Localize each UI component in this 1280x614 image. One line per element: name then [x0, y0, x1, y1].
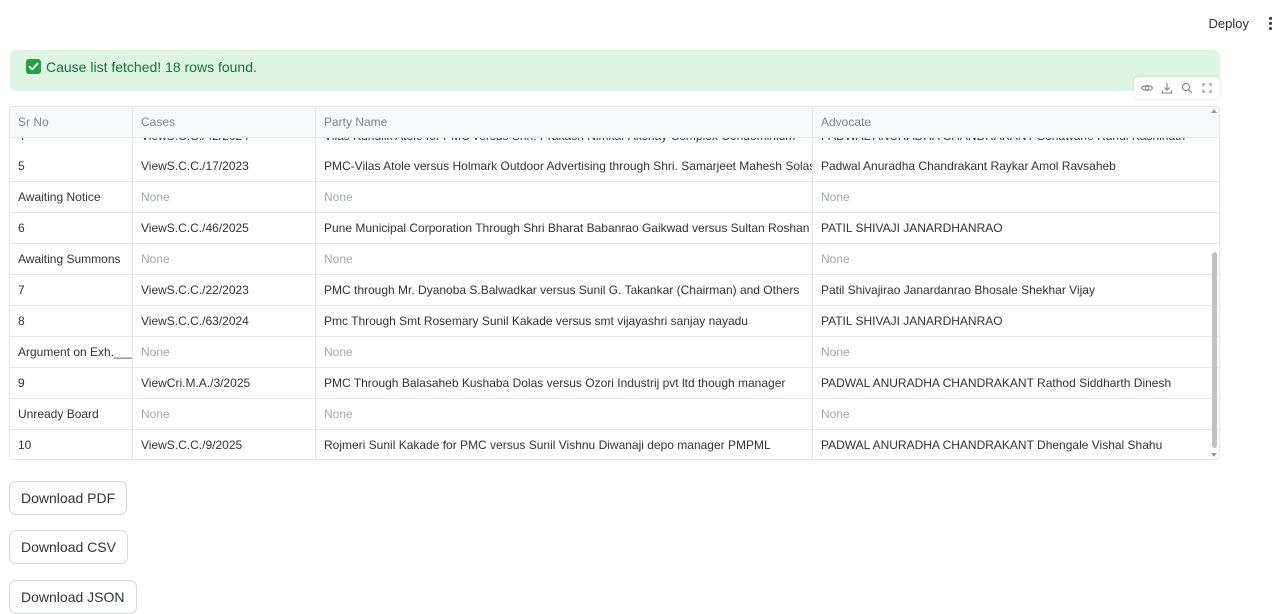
- cell-advocate: None: [821, 190, 850, 204]
- scroll-thumb[interactable]: [1212, 252, 1217, 448]
- download-pdf-button[interactable]: Download PDF: [9, 481, 128, 515]
- more-vertical-icon[interactable]: [1265, 15, 1275, 33]
- column-header-sr-no[interactable]: Sr No: [10, 107, 133, 138]
- cell-party-name: None: [316, 399, 813, 429]
- cell-party-name: None: [316, 182, 813, 212]
- table-row[interactable]: 6 ViewS.C.C./46/2025 Pune Municipal Corpor…: [10, 213, 1219, 244]
- table-row[interactable]: Awaiting Notice None None None: [10, 182, 1219, 213]
- cell-advocate: PATIL SHIVAJI JANARDHANRAO: [821, 314, 1003, 328]
- cell-advocate: None: [821, 407, 850, 421]
- vertical-scrollbar[interactable]: [1209, 107, 1219, 459]
- cell-advocate: PADWAL ANURADHA CHANDRAKANT Dhengale Vis…: [821, 438, 1163, 452]
- cell-party-name: Rojmeri Sunil Kakade for PMC versus Suni…: [316, 430, 813, 459]
- cell-case: ViewCri.M.A./3/2025: [133, 368, 316, 398]
- column-header-party-name[interactable]: Party Name: [316, 107, 813, 138]
- column-header-advocate[interactable]: Advocate: [813, 107, 1219, 138]
- cell-advocate: PADWAL ANURADHA CHANDRAKANT Sonawane Rah…: [813, 138, 1219, 151]
- column-header-cases[interactable]: Cases: [133, 107, 316, 138]
- cell-sr-no: Unready Board: [10, 399, 133, 429]
- download-csv-button[interactable]: Download CSV: [9, 530, 128, 564]
- cell-case: None: [133, 337, 316, 367]
- table-row[interactable]: 9 ViewCri.M.A./3/2025 PMC Through Balasahe…: [10, 368, 1219, 399]
- cell-case: None: [133, 399, 316, 429]
- cell-advocate: PATIL SHIVAJI JANARDHANRAO: [821, 221, 1003, 235]
- table-row[interactable]: 10 ViewS.C.C./9/2025 Rojmeri Sunil Kakade …: [10, 430, 1219, 459]
- fullscreen-icon[interactable]: [1200, 81, 1214, 95]
- cell-sr-no: 7: [10, 275, 133, 305]
- cell-case: ViewS.C.C./46/2025: [133, 213, 316, 243]
- cell-sr-no: 10: [10, 430, 133, 459]
- cell-sr-no: 6: [10, 213, 133, 243]
- cell-party-name: PMC Through Balasaheb Kushaba Dolas vers…: [316, 368, 813, 398]
- cell-case: ViewS.C.C./22/2023: [133, 275, 316, 305]
- cell-case: ViewS.C.C./63/2024: [133, 306, 316, 336]
- cell-sr-no: 4: [10, 138, 133, 151]
- table-row[interactable]: Unready Board None None None: [10, 399, 1219, 430]
- table-row[interactable]: 8 ViewS.C.C./63/2024 Pmc Through Smt Rosem…: [10, 306, 1219, 337]
- cell-advocate: None: [821, 252, 850, 266]
- deploy-button[interactable]: Deploy: [1209, 14, 1249, 34]
- table-header: Sr No Cases Party Name Advocate: [10, 107, 1219, 138]
- table-row[interactable]: Awaiting Summons None None None: [10, 244, 1219, 275]
- cell-party-name: Vilas Kundlik Atole for PMC versus Shri.…: [316, 138, 813, 151]
- cell-party-name: Pune Municipal Corporation Through Shri …: [316, 213, 813, 243]
- scroll-up-arrow-icon[interactable]: [1211, 109, 1217, 113]
- table-row[interactable]: 7 ViewS.C.C./22/2023 PMC through Mr. Dyano…: [10, 275, 1219, 306]
- success-alert: Cause list fetched! 18 rows found.: [10, 50, 1220, 91]
- cell-party-name: None: [316, 337, 813, 367]
- cause-list-table[interactable]: Sr No Cases Party Name Advocate 4 ViewS.…: [9, 106, 1220, 460]
- cell-advocate: None: [821, 345, 850, 359]
- cell-sr-no: 5: [10, 151, 133, 181]
- cell-advocate: Padwal Anuradha Chandrakant Raykar Amol …: [821, 159, 1116, 173]
- cell-case: ViewS.C.C./9/2025: [133, 430, 316, 459]
- cell-party-name: PMC through Mr. Dyanoba S.Balwadkar vers…: [316, 275, 813, 305]
- cell-sr-no: Awaiting Notice: [10, 182, 133, 212]
- cell-advocate: Patil Shivajirao Janardanrao Bhosale She…: [821, 283, 1095, 297]
- table-body: 4 ViewS.C.C./42/2024 Vilas Kundlik Atole…: [10, 138, 1219, 459]
- table-row[interactable]: Argument on Exh.____ None None None: [10, 337, 1219, 368]
- cell-case: None: [133, 244, 316, 274]
- cell-advocate: PADWAL ANURADHA CHANDRAKANT Rathod Siddh…: [821, 376, 1172, 390]
- cell-sr-no: 8: [10, 306, 133, 336]
- cell-sr-no: 9: [10, 368, 133, 398]
- eye-icon[interactable]: [1140, 81, 1154, 95]
- download-json-button[interactable]: Download JSON: [9, 580, 137, 614]
- cell-case: ViewS.C.C./17/2023: [133, 151, 316, 181]
- top-bar: Deploy: [0, 0, 1280, 48]
- download-icon[interactable]: [1160, 81, 1174, 95]
- cell-sr-no: Awaiting Summons: [10, 244, 133, 274]
- scroll-down-arrow-icon[interactable]: [1211, 453, 1217, 457]
- cell-party-name: PMC-Vilas Atole versus Holmark Outdoor A…: [316, 151, 813, 181]
- search-icon[interactable]: [1180, 81, 1194, 95]
- cell-case: ViewS.C.C./42/2024: [133, 138, 316, 151]
- cell-party-name: None: [316, 244, 813, 274]
- check-box-icon: [26, 59, 41, 74]
- table-row[interactable]: 5 ViewS.C.C./17/2023 PMC-Vilas Atole versu…: [10, 151, 1219, 182]
- alert-message: Cause list fetched! 18 rows found.: [46, 59, 257, 75]
- cell-party-name: Pmc Through Smt Rosemary Sunil Kakade ve…: [316, 306, 813, 336]
- table-toolbar: [1134, 77, 1220, 99]
- cell-sr-no: Argument on Exh.____: [10, 337, 133, 367]
- table-row[interactable]: 4 ViewS.C.C./42/2024 Vilas Kundlik Atole…: [10, 138, 1219, 152]
- cell-case: None: [133, 182, 316, 212]
